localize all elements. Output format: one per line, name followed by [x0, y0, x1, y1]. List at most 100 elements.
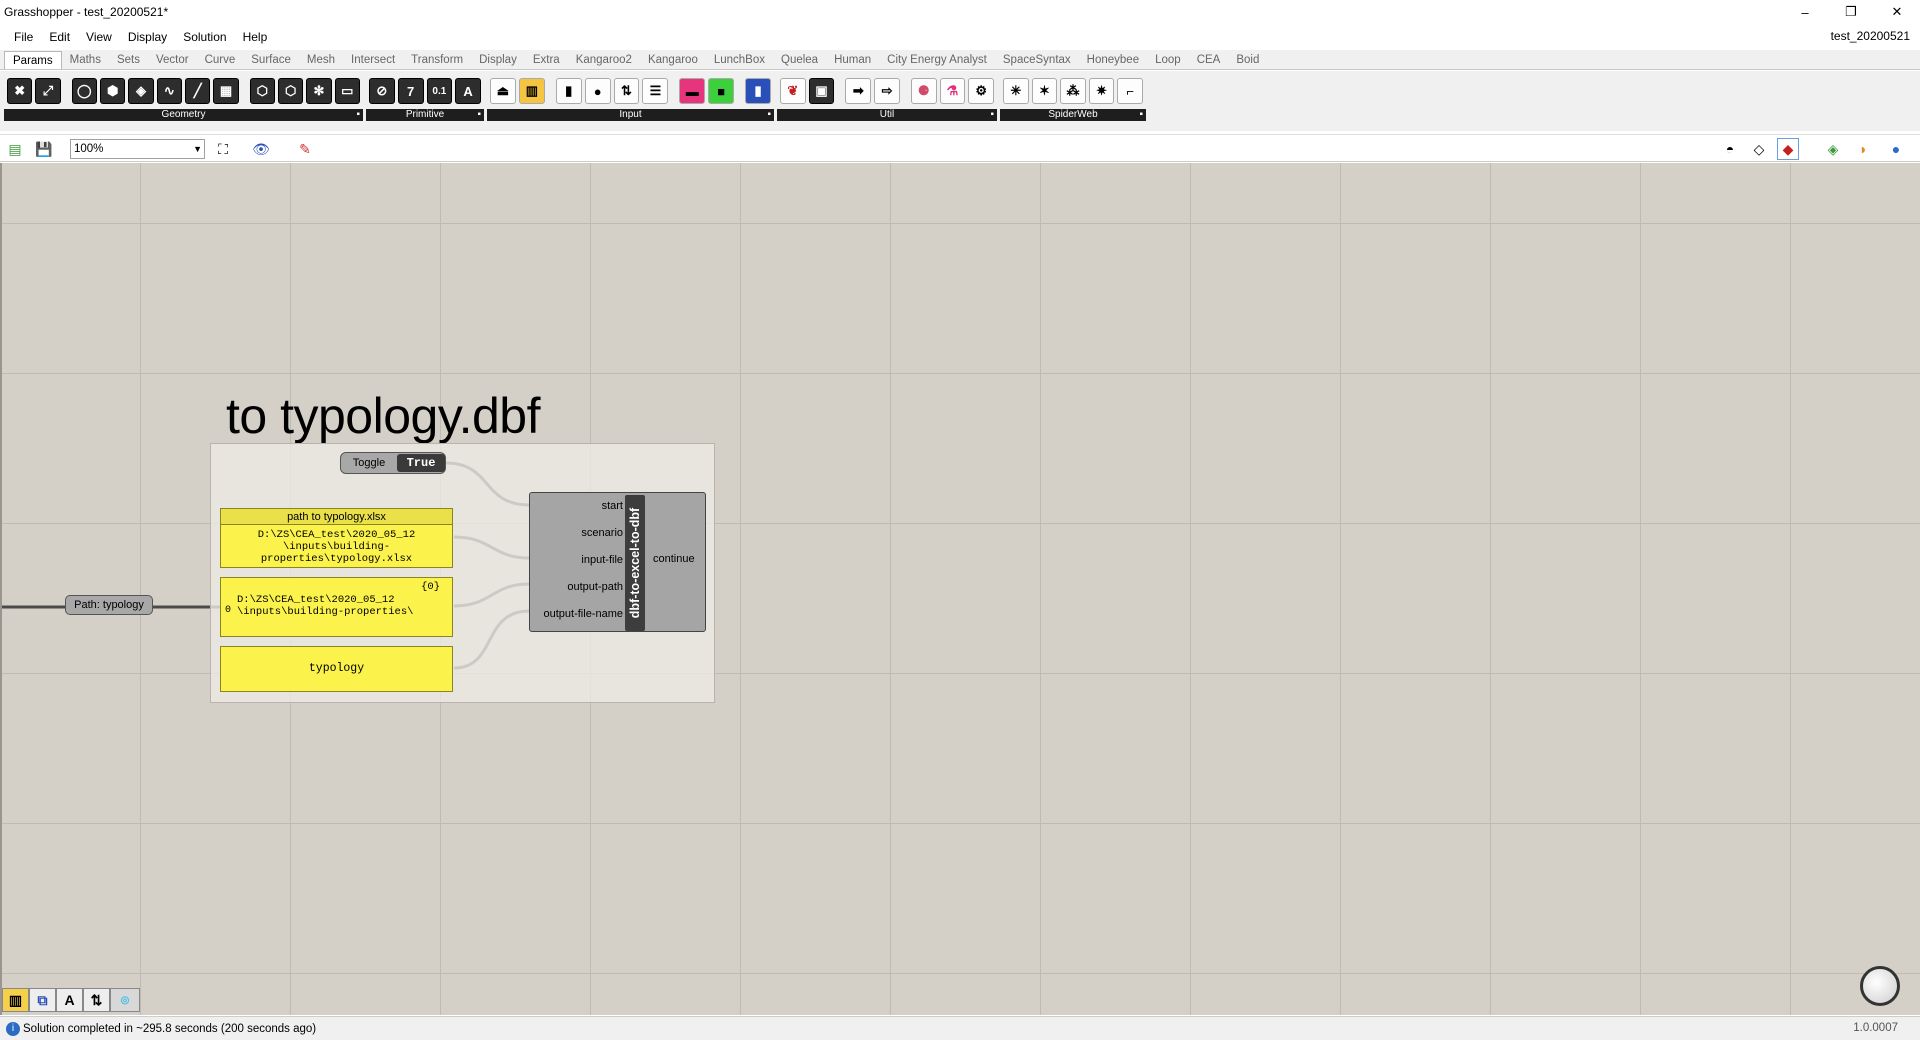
spiderweb-3-icon[interactable]: ⁂: [1060, 78, 1086, 104]
close-button[interactable]: ✕: [1874, 0, 1920, 24]
text-icon[interactable]: A: [455, 78, 481, 104]
value-list-icon[interactable]: ▮: [745, 78, 772, 104]
preview-eye-icon[interactable]: 👁: [250, 138, 272, 160]
zoom-extents-icon[interactable]: ⛶: [212, 138, 234, 160]
tab-loop[interactable]: Loop: [1147, 51, 1189, 69]
tab-curve[interactable]: Curve: [197, 51, 244, 69]
digit-scroller-icon[interactable]: ●: [584, 78, 611, 104]
text-tag-icon[interactable]: A: [56, 988, 83, 1012]
tab-kangaroo[interactable]: Kangaroo: [640, 51, 706, 69]
tab-sets[interactable]: Sets: [109, 51, 148, 69]
color-swatch-icon[interactable]: ▥: [518, 78, 545, 104]
input-scenario[interactable]: scenario: [523, 527, 623, 539]
spiderweb-1-icon[interactable]: ✳: [1003, 78, 1029, 104]
point-param-icon[interactable]: ✻: [306, 78, 332, 104]
tab-cea[interactable]: CEA: [1189, 51, 1229, 69]
sort-icon[interactable]: ⇅: [83, 988, 110, 1012]
spiderweb-2-icon[interactable]: ✶: [1031, 78, 1058, 104]
navigation-compass-icon[interactable]: [1860, 966, 1900, 1006]
minimize-button[interactable]: –: [1782, 0, 1828, 24]
zoom-select[interactable]: 100% ▼: [70, 139, 205, 159]
save-file-icon[interactable]: 💾: [33, 138, 55, 160]
geometry-icon[interactable]: ✖: [7, 78, 33, 104]
spiderweb-5-icon[interactable]: ⌐: [1117, 78, 1143, 104]
tab-display[interactable]: Display: [471, 51, 525, 69]
curve-param-icon[interactable]: ∿: [156, 78, 182, 104]
graph-mapper-icon[interactable]: ▬: [679, 78, 706, 104]
tab-surface[interactable]: Surface: [243, 51, 299, 69]
boolean-icon[interactable]: ⊘: [369, 78, 395, 104]
integer-icon[interactable]: 7: [397, 78, 424, 104]
input-output-path[interactable]: output-path: [523, 581, 623, 593]
bake-icon[interactable]: ⚙: [968, 78, 995, 104]
tab-honeybee[interactable]: Honeybee: [1079, 51, 1147, 69]
input-start[interactable]: start: [523, 500, 623, 512]
toggle-icon[interactable]: ■: [708, 78, 735, 104]
cherry-picker-icon[interactable]: ❦: [780, 78, 806, 104]
panel-output-file-name[interactable]: typology: [220, 646, 453, 692]
panel-typology-xlsx[interactable]: path to typology.xlsx D:\ZS\CEA_test\202…: [220, 508, 453, 568]
plane-param-icon[interactable]: ▭: [334, 78, 360, 104]
tab-vector[interactable]: Vector: [148, 51, 197, 69]
box-param-icon[interactable]: ⬢: [99, 78, 126, 104]
toggle-value[interactable]: True: [397, 454, 445, 472]
tab-transform[interactable]: Transform: [403, 51, 471, 69]
open-file-icon[interactable]: ▤: [4, 138, 26, 160]
preview-mesh-quality-icon[interactable]: ●: [1885, 138, 1907, 160]
shaded-preview-icon[interactable]: ◆: [1777, 138, 1799, 160]
widget-alignment-icon[interactable]: ▥: [2, 988, 29, 1012]
menu-help[interactable]: Help: [235, 30, 276, 44]
geometry-pipeline-icon[interactable]: ⤢: [35, 78, 61, 104]
output-continue[interactable]: continue: [653, 553, 695, 565]
panel-output-path[interactable]: {0} 0 D:\ZS\CEA_test\2020_05_12 \inputs\…: [220, 577, 453, 637]
field-icon[interactable]: ⬡: [277, 78, 304, 104]
sketch-pen-icon[interactable]: ✎: [294, 138, 316, 160]
cluster-icon[interactable]: ▣: [808, 78, 835, 104]
menu-edit[interactable]: Edit: [41, 30, 78, 44]
path-param[interactable]: Path: typology: [65, 595, 153, 615]
brep-param-icon[interactable]: ◈: [128, 78, 154, 104]
tab-spacesyntax[interactable]: SpaceSyntax: [995, 51, 1079, 69]
jump-icon[interactable]: ⚈: [910, 78, 937, 104]
control-knob-icon[interactable]: ▮: [555, 78, 582, 104]
mesh-param-icon[interactable]: ▦: [213, 78, 239, 104]
boolean-toggle[interactable]: Toggle True: [340, 452, 446, 474]
relay-icon[interactable]: ⇨: [874, 78, 900, 104]
tab-maths[interactable]: Maths: [62, 51, 109, 69]
python-script-icon[interactable]: ⧉: [29, 988, 56, 1012]
wireframe-preview-icon[interactable]: ◇: [1748, 138, 1770, 160]
tab-boid[interactable]: Boid: [1228, 51, 1267, 69]
gradient-icon[interactable]: ☰: [642, 78, 669, 104]
tab-human[interactable]: Human: [826, 51, 879, 69]
button-icon[interactable]: ⏏: [490, 78, 516, 104]
tab-mesh[interactable]: Mesh: [299, 51, 343, 69]
input-output-file-name[interactable]: output-file-name: [523, 608, 624, 620]
dbf-to-excel-to-dbf-component[interactable]: start scenario input-file output-path ou…: [529, 492, 706, 632]
menu-view[interactable]: View: [78, 30, 120, 44]
document-preview-icon[interactable]: ◑: [1851, 138, 1873, 160]
tab-kangaroo2[interactable]: Kangaroo2: [568, 51, 640, 69]
input-input-file[interactable]: input-file: [523, 554, 623, 566]
tab-city-energy-analyst[interactable]: City Energy Analyst: [879, 51, 995, 69]
grasshopper-canvas[interactable]: to typology.dbf Toggle True path to typo…: [0, 163, 1920, 1015]
markov-widget-icon[interactable]: ◎: [110, 988, 140, 1012]
number-icon[interactable]: 0.1: [426, 78, 453, 104]
circle-param-icon[interactable]: ◯: [71, 78, 97, 104]
preview-mode-icon[interactable]: ◓: [1719, 138, 1741, 160]
tab-intersect[interactable]: Intersect: [343, 51, 403, 69]
flask-icon[interactable]: ⚗: [939, 78, 966, 104]
surface-param-icon[interactable]: ⬡: [249, 78, 275, 104]
selected-preview-icon[interactable]: ◈: [1822, 138, 1844, 160]
line-param-icon[interactable]: ╱: [184, 78, 211, 104]
menu-solution[interactable]: Solution: [175, 30, 234, 44]
spiderweb-4-icon[interactable]: ✷: [1088, 78, 1115, 104]
tab-params[interactable]: Params: [4, 51, 62, 69]
restore-button[interactable]: ❐: [1828, 0, 1874, 24]
tab-quelea[interactable]: Quelea: [773, 51, 826, 69]
slider-icon[interactable]: ⇅: [613, 78, 640, 104]
menu-file[interactable]: File: [0, 30, 41, 44]
tab-extra[interactable]: Extra: [525, 51, 568, 69]
menu-display[interactable]: Display: [120, 30, 175, 44]
data-dam-icon[interactable]: ➡: [845, 78, 872, 104]
tab-lunchbox[interactable]: LunchBox: [706, 51, 773, 69]
